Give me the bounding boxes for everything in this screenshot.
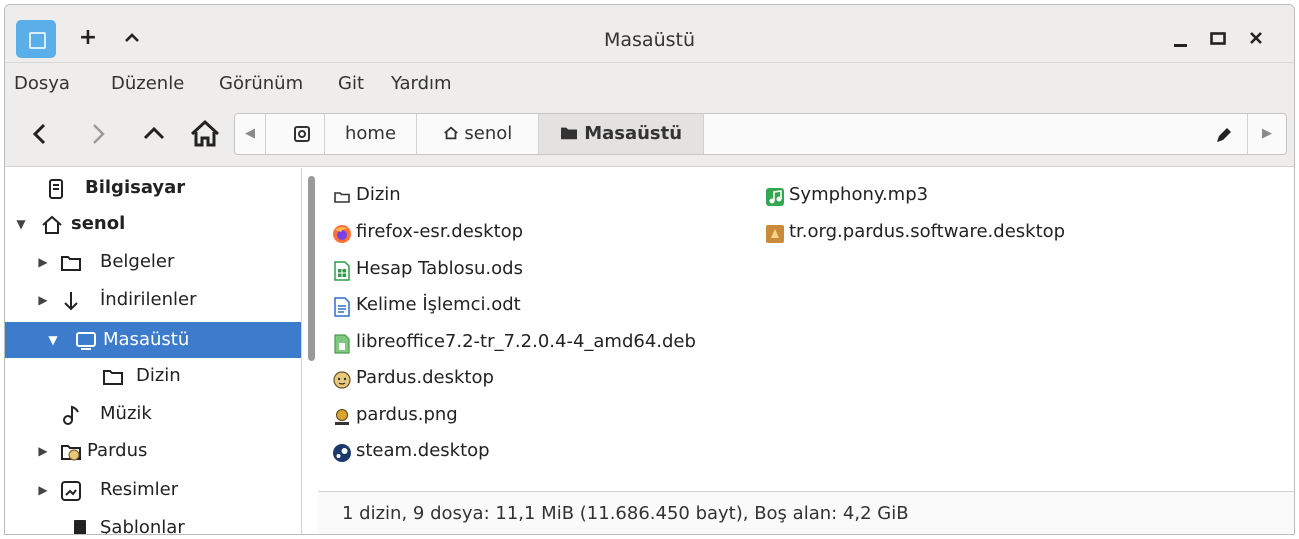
home-icon — [443, 126, 458, 140]
expander-icon[interactable]: ▶ — [35, 244, 51, 280]
sidebar-scrollbar[interactable] — [308, 176, 315, 361]
home-icon — [41, 213, 63, 235]
sidebar-item-muzik[interactable]: Müzik — [5, 396, 301, 432]
firefox-icon — [332, 222, 352, 243]
sidebar-tree: Bilgisayar ▼ senol ▶ Belgeler ▶ İndirile… — [5, 168, 302, 535]
path-segment-masaustu[interactable]: Masaüstü — [539, 114, 704, 154]
back-button[interactable] — [23, 117, 57, 151]
sidebar-item-label: İndirilenler — [100, 289, 197, 310]
pictures-icon — [60, 479, 82, 501]
download-icon — [60, 289, 82, 311]
maximize-button[interactable] — [1204, 25, 1232, 51]
pardus-icon — [332, 368, 352, 389]
path-scroll-right-button[interactable]: ▶ — [1249, 114, 1285, 154]
status-bar: 1 dizin, 9 dosya: 11,1 MiB (11.686.450 b… — [318, 491, 1294, 534]
home-icon — [190, 119, 220, 147]
sidebar-item-label: Dizin — [136, 365, 181, 386]
path-root-button[interactable] — [279, 114, 325, 154]
expander-icon[interactable]: ▶ — [35, 433, 51, 469]
image-icon — [332, 405, 352, 425]
folder-icon — [560, 127, 577, 140]
home-button[interactable] — [188, 117, 222, 151]
sidebar-item-label: Şablonlar — [100, 517, 185, 535]
expander-icon[interactable]: ▶ — [35, 282, 51, 318]
sidebar-item-computer[interactable]: Bilgisayar — [5, 170, 301, 206]
audio-icon — [765, 185, 785, 206]
menu-file[interactable]: Dosya — [14, 73, 70, 94]
forward-button[interactable] — [81, 117, 115, 151]
edit-path-button[interactable] — [1213, 124, 1235, 146]
path-divider — [265, 114, 266, 154]
close-icon — [1250, 32, 1262, 44]
sidebar-item-label: Resimler — [100, 479, 179, 500]
software-icon — [765, 222, 785, 243]
minimize-button[interactable] — [1166, 25, 1194, 51]
path-segment-home[interactable]: home — [325, 114, 417, 154]
forward-arrow-icon — [93, 124, 105, 144]
sidebar-item-label: Bilgisayar — [85, 177, 186, 198]
maximize-icon — [1210, 32, 1226, 45]
steam-icon — [332, 441, 352, 462]
sidebar-item-pardus[interactable]: ▶ Pardus — [5, 433, 301, 469]
path-divider-right — [1247, 114, 1248, 154]
path-scroll-left-button[interactable]: ◀ — [235, 114, 265, 154]
up-button[interactable] — [137, 117, 171, 151]
path-bar: ◀ home senol Masaüstü ▶ — [234, 113, 1287, 155]
sidebar-item-label: Belgeler — [100, 251, 175, 272]
document-icon — [332, 295, 352, 317]
expander-icon[interactable]: ▼ — [45, 322, 61, 358]
computer-icon — [45, 177, 67, 199]
menu-edit[interactable]: Düzenle — [111, 73, 184, 94]
templates-icon — [69, 517, 91, 534]
sidebar-item-indirilenler[interactable]: ▶ İndirilenler — [5, 282, 301, 318]
folder-icon — [102, 365, 124, 387]
expander-icon[interactable]: ▶ — [35, 472, 51, 508]
file-manager-window: + Masaüstü Dosya Düzenle Görünüm Git Yar… — [4, 4, 1295, 535]
sidebar-item-label: Müzik — [100, 403, 152, 424]
sidebar-item-sablonlar[interactable]: Şablonlar — [5, 510, 301, 535]
sidebar-item-senol[interactable]: ▼ senol — [5, 206, 301, 242]
path-segment-senol[interactable]: senol — [417, 114, 539, 154]
spreadsheet-icon — [332, 259, 352, 281]
expander-icon[interactable]: ▼ — [13, 206, 29, 242]
folder-icon — [60, 251, 82, 273]
file-list: Dizin firefox-esr.desktop Hesap Tablosu.… — [318, 168, 1294, 490]
minimize-icon — [1174, 44, 1187, 47]
sidebar-item-resimler[interactable]: ▶ Resimler — [5, 472, 301, 508]
window-title: Masaüstü — [603, 29, 695, 51]
up-arrow-icon — [143, 126, 165, 140]
sidebar-item-label: Masaüstü — [103, 329, 190, 350]
folder-icon — [332, 185, 352, 205]
menu-go[interactable]: Git — [338, 73, 364, 94]
back-arrow-icon — [32, 123, 46, 145]
title-bar[interactable]: + Masaüstü — [5, 5, 1294, 63]
sidebar-item-label: senol — [71, 213, 126, 234]
sidebar-item-dizin[interactable]: Dizin — [5, 358, 301, 394]
sidebar-item-masaustu[interactable]: ▼ Masaüstü — [5, 322, 301, 358]
music-icon — [61, 403, 83, 425]
close-button[interactable] — [1242, 25, 1270, 51]
sidebar-item-label: Pardus — [87, 440, 148, 461]
sidebar-item-belgeler[interactable]: ▶ Belgeler — [5, 244, 301, 280]
drive-icon — [293, 126, 310, 142]
package-icon — [332, 332, 352, 354]
menu-help[interactable]: Yardım — [391, 73, 452, 94]
pardus-folder-icon — [60, 440, 82, 462]
pencil-icon — [1217, 128, 1231, 142]
desktop-icon — [75, 329, 97, 351]
menu-view[interactable]: Görünüm — [219, 73, 303, 94]
toolbar: ◀ home senol Masaüstü ▶ — [5, 103, 1294, 167]
menu-bar: Dosya Düzenle Görünüm Git Yardım — [5, 63, 1294, 103]
